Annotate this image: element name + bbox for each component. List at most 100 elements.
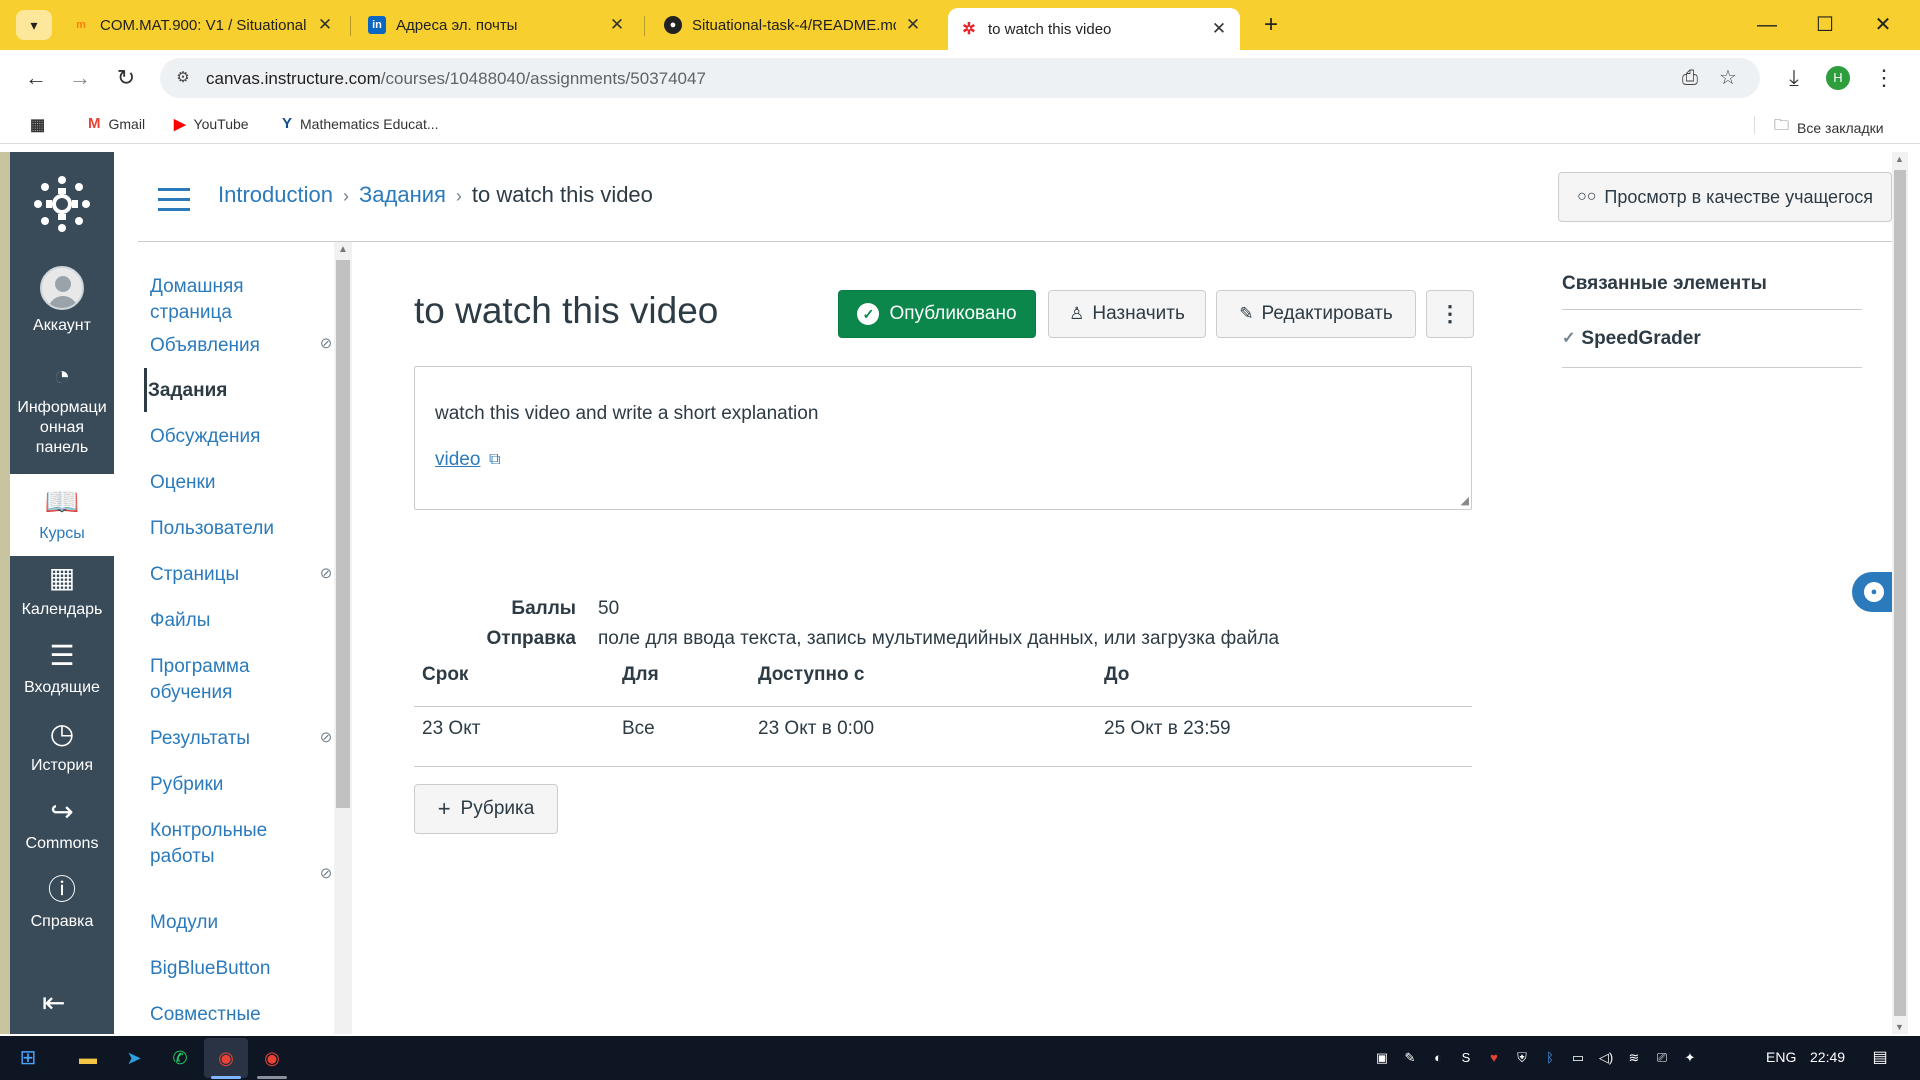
site-info-icon[interactable]: ⚙ — [172, 67, 194, 89]
tab-linkedin[interactable]: in Адреса эл. почты ✕ — [356, 8, 638, 42]
page-scrollbar[interactable]: ▲ ▼ — [1892, 152, 1908, 1034]
video-link[interactable]: video — [435, 449, 480, 471]
nav-calendar[interactable]: ▦ Календарь — [10, 560, 114, 630]
course-nav-grades[interactable]: Оценки — [150, 470, 310, 496]
forward-arrow-icon[interactable]: → — [64, 62, 96, 94]
canvas-logo-icon[interactable] — [32, 174, 92, 234]
nav-inbox[interactable]: ☰ Входящие — [10, 638, 114, 708]
telegram-icon[interactable]: ➤ — [120, 1044, 148, 1072]
notifications-icon[interactable]: ▤ — [1870, 1048, 1890, 1068]
scrollbar-thumb[interactable] — [1894, 170, 1906, 1016]
bookmark-gmail[interactable]: M Gmail — [88, 115, 145, 132]
breadcrumb-assignments-link[interactable]: Задания — [359, 182, 446, 207]
tray-app-icon[interactable]: ◐ — [1428, 1048, 1448, 1068]
course-nav-scrollbar[interactable]: ▲ — [334, 242, 352, 1034]
profile-avatar[interactable]: H — [1826, 66, 1850, 90]
nav-label: История — [30, 757, 94, 774]
add-rubric-button[interactable]: + Рубрика — [414, 784, 558, 834]
windows-start-icon[interactable]: ⊞ — [14, 1044, 42, 1072]
course-nav-assignments[interactable]: Задания — [148, 378, 308, 404]
chrome-icon[interactable]: ◉ — [212, 1044, 240, 1072]
bluetooth-icon[interactable]: ᛒ — [1540, 1048, 1560, 1068]
network-icon[interactable]: ≋ — [1624, 1048, 1644, 1068]
scroll-down-icon[interactable]: ▼ — [1895, 1022, 1904, 1032]
battery-icon[interactable]: ▭ — [1568, 1048, 1588, 1068]
scroll-up-icon[interactable]: ▲ — [338, 244, 348, 255]
github-icon: ● — [664, 16, 682, 34]
course-nav-modules[interactable]: Модули — [150, 910, 310, 936]
download-icon[interactable]: ⤓ — [1778, 62, 1810, 94]
nav-history[interactable]: ◷ История — [10, 716, 114, 786]
close-icon[interactable]: ✕ — [904, 15, 922, 35]
nav-dashboard[interactable]: ◔ Информаци онная панель — [10, 358, 114, 458]
tab-moodle[interactable]: m COM.MAT.900: V1 / Situational ✕ — [60, 8, 346, 42]
browser-menu-icon[interactable]: ⋮ — [1868, 62, 1900, 94]
collapse-nav-icon[interactable]: ⇤ — [42, 986, 65, 1019]
tab-canvas-active[interactable]: ✲ to watch this video ✕ — [948, 8, 1240, 50]
scrollbar-thumb[interactable] — [336, 260, 350, 808]
published-button[interactable]: ✓ Опубликовано — [838, 290, 1036, 338]
hamburger-menu-icon[interactable] — [158, 188, 190, 211]
input-language[interactable]: ENG — [1766, 1049, 1796, 1065]
new-tab-button[interactable]: + — [1256, 10, 1286, 40]
display-icon[interactable]: ⎚ — [1652, 1048, 1672, 1068]
bookmark-youtube[interactable]: ▶ YouTube — [174, 115, 249, 133]
url-text[interactable]: canvas.instructure.com/courses/10488040/… — [206, 69, 706, 89]
course-nav-rubrics[interactable]: Рубрики — [150, 772, 310, 798]
skype-icon[interactable]: S — [1456, 1048, 1476, 1068]
all-bookmarks[interactable]: 🗀 Все закладки — [1774, 115, 1884, 140]
tray-app-icon[interactable]: ♥ — [1484, 1048, 1504, 1068]
course-nav-quizzes[interactable]: Контрольные работы — [150, 818, 310, 869]
nav-account[interactable]: Аккаунт — [10, 266, 114, 342]
breadcrumb-course-link[interactable]: Introduction — [218, 182, 333, 207]
whatsapp-icon[interactable]: ✆ — [166, 1044, 194, 1072]
close-icon[interactable]: ✕ — [316, 15, 334, 35]
course-nav-collaborations[interactable]: Совместные — [150, 1002, 310, 1028]
related-items-sidebar: Связанные элементы ✓ SpeedGrader — [1562, 262, 1862, 368]
back-arrow-icon[interactable]: ← — [20, 62, 52, 94]
minimize-icon[interactable]: — — [1744, 10, 1790, 40]
course-nav-people[interactable]: Пользователи — [150, 516, 310, 542]
course-nav-syllabus[interactable]: Программа обучения — [150, 654, 310, 705]
course-nav-announcements[interactable]: Объявления — [150, 333, 310, 359]
file-explorer-icon[interactable]: ▬ — [74, 1044, 102, 1072]
course-nav-outcomes[interactable]: Результаты — [150, 726, 310, 752]
install-app-icon[interactable]: ⎙ — [1678, 66, 1702, 90]
maximize-icon[interactable]: ☐ — [1802, 10, 1848, 40]
bookmark-star-icon[interactable]: ☆ — [1716, 66, 1740, 90]
reload-icon[interactable]: ↻ — [110, 62, 142, 94]
tab-github[interactable]: ● Situational-task-4/README.md ✕ — [652, 8, 934, 42]
close-icon[interactable]: ✕ — [608, 15, 626, 35]
chrome-icon[interactable]: ◉ — [258, 1044, 286, 1072]
scroll-up-icon[interactable]: ▲ — [1895, 154, 1904, 164]
tray-app-icon[interactable]: ✦ — [1680, 1048, 1700, 1068]
assign-to-button[interactable]: ♙ Назначить — [1048, 290, 1206, 338]
speedgrader-link[interactable]: ✓ SpeedGrader — [1562, 310, 1862, 368]
student-view-button[interactable]: ○○ Просмотр в качестве учащегося — [1558, 172, 1892, 222]
nav-commons[interactable]: ↪ Commons — [10, 794, 114, 864]
window-close-icon[interactable]: ✕ — [1860, 10, 1906, 40]
course-nav-bigbluebutton[interactable]: BigBlueButton — [150, 956, 310, 982]
course-nav-discussions[interactable]: Обсуждения — [150, 424, 310, 450]
tray-app-icon[interactable]: ▣ — [1372, 1048, 1392, 1068]
course-nav-pages[interactable]: Страницы — [150, 562, 310, 588]
more-options-button[interactable]: ⋮ — [1426, 290, 1474, 338]
nav-help[interactable]: ⓘ Справка — [10, 872, 114, 942]
edit-button[interactable]: ✎ Редактировать — [1216, 290, 1416, 338]
shield-icon[interactable]: ⛨ — [1512, 1048, 1532, 1068]
course-nav-files[interactable]: Файлы — [150, 608, 310, 634]
resize-grip-icon[interactable]: ◢ — [1461, 494, 1469, 507]
course-nav-home[interactable]: Домашняя страница — [150, 274, 310, 325]
tray-app-icon[interactable]: ✎ — [1400, 1048, 1420, 1068]
windows-taskbar: ⊞ ▬ ➤ ✆ ◉ ◉ ▣ ✎ ◐ S ♥ ⛨ ᛒ ▭ ◁) ≋ ⎚ ✦ ENG… — [0, 1036, 1920, 1080]
address-bar[interactable]: ⚙ canvas.instructure.com/courses/1048804… — [160, 58, 1760, 98]
apps-grid-icon[interactable]: ▦ — [30, 115, 53, 135]
help-chat-button[interactable]: ● — [1852, 572, 1894, 612]
tab-search-button[interactable]: ▾ — [16, 10, 52, 40]
close-icon[interactable]: ✕ — [1210, 19, 1228, 39]
nav-courses[interactable]: 📖 Курсы — [10, 474, 114, 556]
clock[interactable]: 22:49 — [1810, 1049, 1845, 1065]
volume-icon[interactable]: ◁) — [1596, 1048, 1616, 1068]
desktop-background — [0, 152, 10, 1034]
bookmark-mathematics[interactable]: Y Mathematics Educat... — [282, 115, 439, 132]
